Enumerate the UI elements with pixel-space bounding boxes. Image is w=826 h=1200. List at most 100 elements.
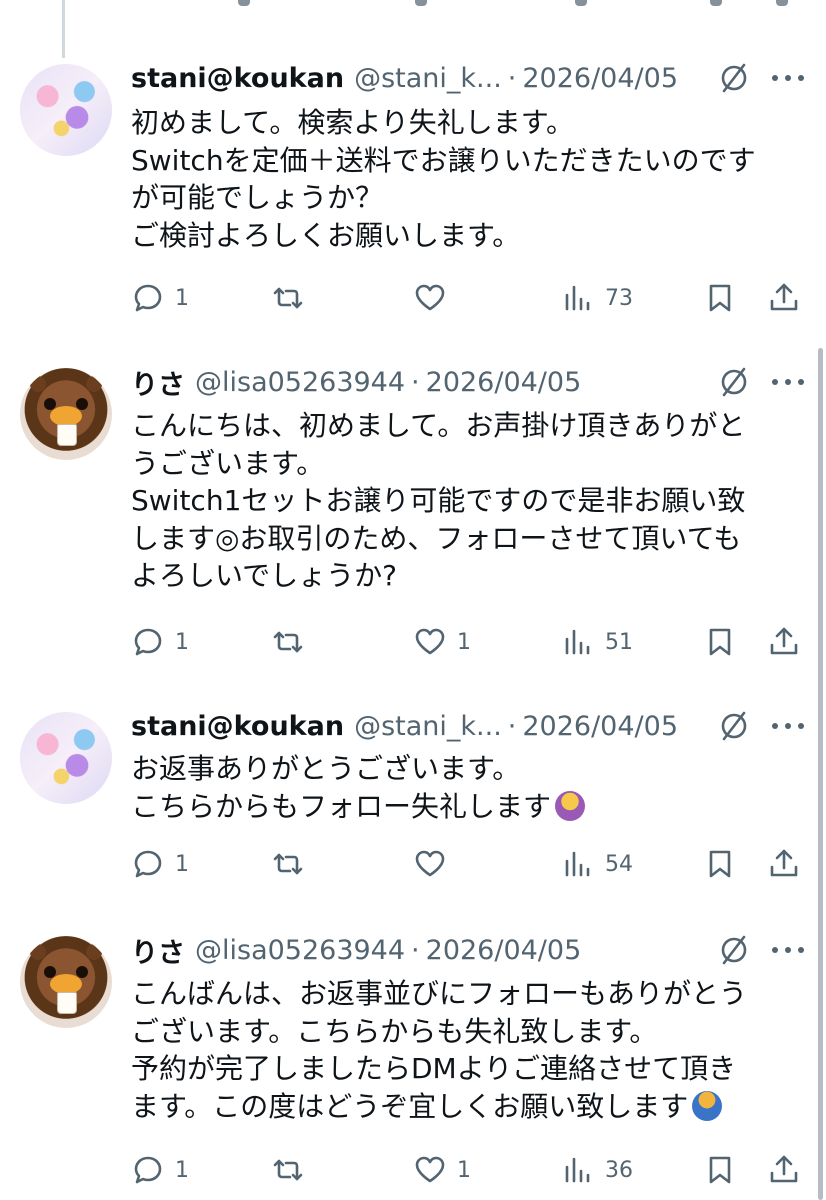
- author-name[interactable]: stani@koukan: [131, 63, 344, 94]
- person-bowing-emoji: [692, 1090, 723, 1121]
- more-icon[interactable]: [770, 60, 806, 96]
- views-icon: [565, 851, 590, 877]
- like-icon: [415, 628, 445, 655]
- tweet-text-line: Switchを定価＋送料でお譲りいただきたいのです: [131, 143, 756, 177]
- tweet-text: こんにちは、初めまして。お声掛け頂きありがと うございます。 Switch1セッ…: [131, 407, 791, 595]
- tweet-text: 初めまして。検索より失礼します。 Switchを定価＋送料でお譲りいただきたいの…: [131, 104, 791, 254]
- separator: ·: [507, 710, 517, 742]
- tweet-text: こんばんは、お返事並びにフォローもありがとう ございます。こちらからも失礼致しま…: [131, 975, 791, 1125]
- reply-count: 1: [175, 1157, 189, 1183]
- views-icon: [565, 285, 590, 311]
- repost-button[interactable]: [271, 624, 315, 660]
- share-button[interactable]: [767, 846, 801, 882]
- views-icon: [565, 1157, 590, 1183]
- reply-icon: [134, 850, 162, 878]
- grok-icon[interactable]: [716, 932, 752, 968]
- repost-button[interactable]: [271, 280, 315, 316]
- repost-button[interactable]: [271, 846, 315, 882]
- reply-button[interactable]: 1: [131, 1152, 189, 1188]
- tweet-text-line-wrap: こちらからもフォロー失礼します: [131, 788, 791, 826]
- thread-line: [62, 0, 65, 58]
- tweet-text-line: ございます。こちらからも失礼致します。: [131, 1014, 658, 1048]
- timestamp[interactable]: 2026/04/05: [522, 63, 678, 94]
- person-bowing-emoji: [555, 790, 586, 821]
- repost-icon: [273, 287, 303, 309]
- timestamp[interactable]: 2026/04/05: [426, 935, 582, 966]
- views-button[interactable]: 36: [561, 1152, 633, 1188]
- like-icon: [415, 1156, 445, 1183]
- grok-icon[interactable]: [716, 708, 752, 744]
- author-handle[interactable]: @lisa05263944: [195, 367, 405, 398]
- grok-icon[interactable]: [716, 364, 752, 400]
- bookmark-icon: [709, 1156, 731, 1184]
- repost-icon: [273, 853, 303, 875]
- separator: ·: [411, 934, 420, 966]
- scrollbar[interactable]: [818, 348, 823, 1200]
- tweet-text-line: よろしいでしょうか?: [131, 559, 398, 592]
- tweet-header: りさ @lisa05263944 · 2026/04/05: [131, 930, 581, 970]
- tweet-text-line-wrap: ます。この度はどうぞ宜しくお願い致します: [131, 1088, 791, 1126]
- bookmark-button[interactable]: [703, 624, 737, 660]
- author-handle[interactable]: @lisa05263944: [195, 935, 405, 966]
- author-name[interactable]: りさ: [131, 931, 185, 970]
- repost-icon: [273, 1159, 303, 1181]
- timestamp[interactable]: 2026/04/05: [522, 711, 678, 742]
- tweet-text-line: こんばんは、お返事並びにフォローもありがとう: [131, 977, 748, 1010]
- separator: ·: [411, 366, 420, 398]
- view-count: 51: [605, 629, 633, 655]
- tweet-header: りさ @lisa05263944 · 2026/04/05: [131, 362, 581, 402]
- like-button[interactable]: [413, 280, 457, 316]
- timestamp[interactable]: 2026/04/05: [426, 367, 582, 398]
- separator: ·: [507, 62, 517, 94]
- more-icon[interactable]: [770, 708, 806, 744]
- views-button[interactable]: 73: [561, 280, 633, 316]
- reply-count: 1: [175, 629, 189, 655]
- tweet-text-line: Switch1セットお譲り可能ですので是非お願い致: [131, 484, 746, 517]
- bookmark-icon: [709, 284, 731, 312]
- tweet-text-line: が可能でしょうか？: [131, 181, 384, 214]
- views-button[interactable]: 54: [561, 846, 633, 882]
- share-button[interactable]: [767, 1152, 801, 1188]
- share-button[interactable]: [767, 624, 801, 660]
- share-icon: [770, 283, 798, 311]
- reply-button[interactable]: 1: [131, 846, 189, 882]
- avatar[interactable]: [20, 64, 112, 156]
- author-handle[interactable]: @stani_k...: [354, 63, 502, 94]
- tweet-text-line: こんにちは、初めまして。お声掛け頂きありがと: [131, 409, 746, 442]
- more-icon[interactable]: [770, 932, 806, 968]
- like-button[interactable]: 1: [413, 1152, 471, 1188]
- repost-button[interactable]: [271, 1152, 315, 1188]
- reply-icon: [134, 284, 162, 312]
- tweet-text-line: こちらからもフォロー失礼します: [131, 789, 552, 823]
- tweet-header: stani@koukan @stani_k... · 2026/04/05: [131, 58, 678, 98]
- author-name[interactable]: りさ: [131, 363, 185, 402]
- tweet-actions: 1 1 36: [131, 1152, 806, 1188]
- tweet-text-line: うございます。: [131, 446, 325, 480]
- bookmark-button[interactable]: [703, 1152, 737, 1188]
- avatar[interactable]: [20, 712, 112, 804]
- view-count: 54: [605, 851, 633, 877]
- tweet-actions: 1 73: [131, 280, 806, 316]
- share-button[interactable]: [767, 280, 801, 316]
- author-handle[interactable]: @stani_k...: [354, 711, 502, 742]
- avatar[interactable]: [20, 936, 112, 1028]
- tweet-text-line: します◎お取引のため、フォローさせて頂いても: [131, 521, 742, 555]
- reply-button[interactable]: 1: [131, 280, 189, 316]
- author-name[interactable]: stani@koukan: [131, 711, 344, 742]
- tweet-text-line: 初めまして。検索より失礼します。: [131, 106, 574, 139]
- like-button[interactable]: 1: [413, 624, 471, 660]
- reply-count: 1: [175, 851, 189, 877]
- bookmark-button[interactable]: [703, 280, 737, 316]
- reply-button[interactable]: 1: [131, 624, 189, 660]
- share-icon: [770, 849, 798, 877]
- like-icon: [415, 850, 445, 877]
- views-button[interactable]: 51: [561, 624, 633, 660]
- avatar[interactable]: [20, 368, 112, 460]
- grok-icon[interactable]: [716, 60, 752, 96]
- tweet-text-line: お返事ありがとうございます。: [131, 752, 521, 785]
- more-icon[interactable]: [770, 364, 806, 400]
- like-button[interactable]: [413, 846, 457, 882]
- view-count: 36: [605, 1157, 633, 1183]
- tweet-header: stani@koukan @stani_k... · 2026/04/05: [131, 706, 678, 746]
- bookmark-button[interactable]: [703, 846, 737, 882]
